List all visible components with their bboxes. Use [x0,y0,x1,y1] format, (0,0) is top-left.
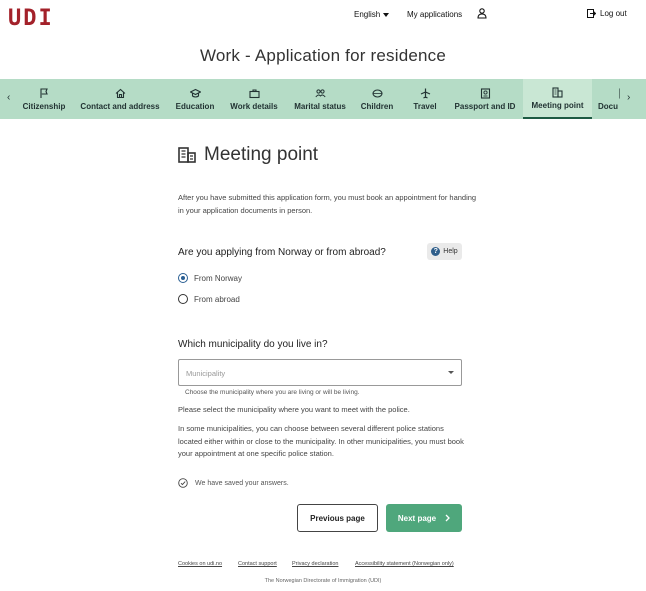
municipality-hint: Choose the municipality where you are li… [185,389,360,396]
briefcase-icon [248,88,260,98]
radio-button[interactable] [178,294,188,304]
question-municipality-label: Which municipality do you live in? [178,339,328,350]
saved-status-text: We have saved your answers. [195,479,289,487]
child-face-icon [371,88,383,98]
municipality-placeholder: Municipality [186,369,226,378]
step-label: Citizenship [22,101,66,111]
info-text-2: In some municipalities, you can choose b… [178,424,464,458]
section-title: Meeting point [204,144,319,165]
logout-label: Log out [600,9,627,18]
step-navigation: ‹ Citizenship Contact and address Educat… [0,79,646,119]
step-children[interactable]: Children [357,79,397,119]
intro-text: After you have submitted this applicatio… [178,193,477,215]
footer-link-contact-support[interactable]: Contact support [238,561,277,567]
people-icon [314,88,326,97]
flag-icon [39,87,48,98]
question-location-label: Are you applying from Norway or from abr… [178,247,386,258]
user-icon[interactable] [477,8,487,19]
next-page-button[interactable]: Next page [386,504,462,532]
document-icon [619,87,620,99]
step-label: Contact and address [80,101,160,111]
step-citizenship[interactable]: Citizenship [19,79,69,119]
top-header: UDI English My applications Log out [0,0,646,34]
step-passport-and-id[interactable]: Passport and ID [452,79,518,119]
building-icon [178,147,196,163]
radio-button-selected[interactable] [178,273,188,283]
passport-icon [480,87,490,99]
section-heading: Meeting point [178,144,318,166]
step-label: Passport and ID [454,101,516,111]
language-selector[interactable]: English [354,10,390,19]
step-label: Education [175,101,215,111]
radio-label: From abroad [194,294,240,304]
radio-from-abroad[interactable]: From abroad [178,294,240,304]
step-label: Children [360,101,394,111]
language-label: English [354,10,381,19]
step-label: Travel [413,101,437,111]
step-label: Marital status [294,101,346,111]
step-label: Docu [598,101,618,111]
next-page-label: Next page [397,513,437,523]
saved-status: We have saved your answers. [178,478,289,488]
question-icon: ? [431,247,441,256]
radio-from-norway[interactable]: From Norway [178,273,242,283]
help-button[interactable]: ? Help [427,243,462,260]
step-label: Work details [230,101,278,111]
previous-page-button[interactable]: Previous page [297,504,378,532]
chevron-down-icon [383,12,390,17]
logout-icon [587,9,596,18]
footer-link-cookies[interactable]: Cookies on udi.no [178,561,222,567]
step-education[interactable]: Education [173,79,217,119]
footer-organization: The Norwegian Directorate of Immigration… [264,578,382,584]
step-label: Meeting point [531,100,584,110]
airplane-icon [420,88,430,99]
scroll-right-icon[interactable]: › [627,92,630,103]
chevron-right-icon [445,514,451,522]
step-contact-and-address[interactable]: Contact and address [78,79,162,119]
building-icon [552,86,563,98]
footer-link-privacy[interactable]: Privacy declaration [292,561,338,567]
step-meeting-point[interactable]: Meeting point [523,79,592,119]
scroll-left-icon[interactable]: ‹ [7,92,10,103]
info-text-1: Please select the municipality where you… [178,405,410,414]
previous-page-label: Previous page [310,513,365,523]
footer-link-accessibility[interactable]: Accessibility statement (Norwegian only) [355,561,454,567]
page-title: Work - Application for residence [199,46,447,65]
check-circle-icon [178,478,188,488]
step-travel[interactable]: Travel [408,79,442,119]
my-applications-link[interactable]: My applications [407,10,462,19]
house-icon [115,88,125,98]
radio-label: From Norway [194,273,243,283]
step-marital-status[interactable]: Marital status [290,79,350,119]
help-label: Help [443,248,458,255]
municipality-select[interactable]: Municipality [178,359,462,386]
step-documents[interactable]: Docu [598,79,620,119]
logout-button[interactable]: Log out [587,9,627,18]
udi-logo[interactable]: UDI [8,6,54,31]
caret-down-icon [448,371,454,374]
graduation-cap-icon [189,88,201,98]
step-work-details[interactable]: Work details [227,79,281,119]
